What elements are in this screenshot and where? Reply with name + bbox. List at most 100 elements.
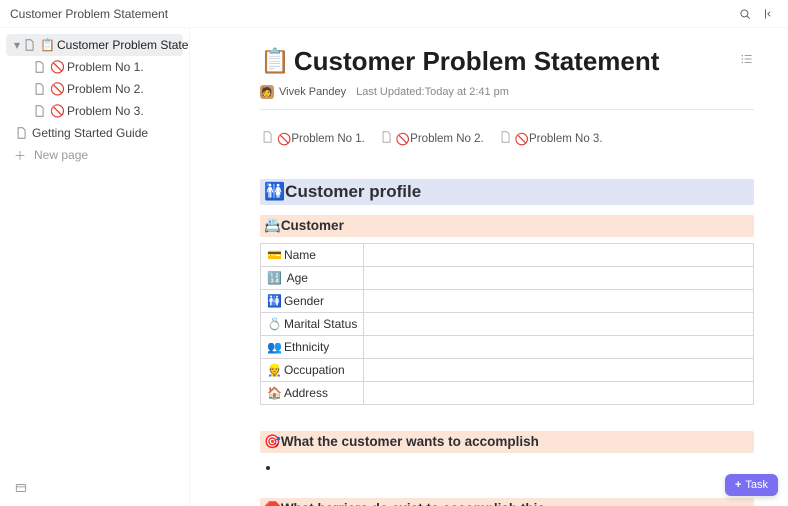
sidebar-item-getting-started[interactable]: Getting Started Guide <box>6 122 183 144</box>
row-label-cell[interactable]: 👷Occupation <box>261 359 364 382</box>
row-label: Gender <box>284 294 324 308</box>
sidebar-item-label: Getting Started Guide <box>32 126 148 140</box>
heading-barriers[interactable]: 🛑What barriers do exist to accomplish th… <box>260 498 754 506</box>
row-label-cell[interactable]: 🚻Gender <box>261 290 364 313</box>
sidebar-item-problem-1[interactable]: 🚫 Problem No 1. <box>6 56 183 78</box>
heading-text: What barriers do exist to accomplish thi… <box>281 501 545 506</box>
page-icon <box>32 82 46 96</box>
sidebar-item-label: Problem No 2. <box>67 82 144 96</box>
sidebar-item-problem-3[interactable]: 🚫 Problem No 3. <box>6 100 183 122</box>
breadcrumb[interactable]: Customer Problem Statement <box>10 7 168 21</box>
pill-emoji: 🚫 <box>277 132 291 146</box>
row-label-cell[interactable]: 🔢 Age <box>261 267 364 290</box>
row-label: Ethnicity <box>284 340 329 354</box>
heading-customer[interactable]: 📇Customer <box>260 215 754 237</box>
heading-customer-profile[interactable]: 🚻Customer profile <box>260 179 754 205</box>
last-updated-label: Last Updated: <box>356 86 425 98</box>
list-item[interactable] <box>280 459 754 476</box>
page-emoji: 🚫 <box>50 82 65 96</box>
subpage-pills: 🚫 Problem No 1. 🚫 Problem No 2. 🚫 Proble… <box>260 124 754 157</box>
page-title[interactable]: 📋 Customer Problem Statement <box>260 46 659 77</box>
sidebar-item-label: Problem No 3. <box>67 104 144 118</box>
row-label: Marital Status <box>284 317 357 331</box>
help-icon[interactable] <box>14 481 28 498</box>
row-icon: 🔢 <box>267 271 282 285</box>
heading-text: Customer profile <box>285 182 421 201</box>
heading-text: What the customer wants to accomplish <box>281 434 539 449</box>
last-updated-value: Today at 2:41 pm <box>425 86 509 98</box>
page-emoji: 🚫 <box>50 60 65 74</box>
row-value-cell[interactable] <box>364 290 754 313</box>
heading-emoji: 🎯 <box>264 434 281 449</box>
row-value-cell[interactable] <box>364 336 754 359</box>
pill-label: Problem No 2. <box>410 133 484 145</box>
plus-icon: + <box>735 479 741 491</box>
pill-problem-3[interactable]: 🚫 Problem No 3. <box>498 130 603 147</box>
author-name[interactable]: Vivek Pandey <box>279 86 346 98</box>
row-value-cell[interactable] <box>364 244 754 267</box>
page-icon <box>22 38 36 52</box>
heading-emoji: 🛑 <box>264 501 281 506</box>
pill-label: Problem No 1. <box>291 133 365 145</box>
row-label: Occupation <box>284 363 345 377</box>
row-value-cell[interactable] <box>364 359 754 382</box>
sidebar-item-label: Customer Problem Statement <box>57 38 190 52</box>
page-icon <box>379 130 392 147</box>
page-icon <box>498 130 511 147</box>
plus-icon: ＋ <box>14 147 28 164</box>
page-icon <box>32 60 46 74</box>
row-label-cell[interactable]: 💍Marital Status <box>261 313 364 336</box>
table-row: 👷Occupation <box>261 359 754 382</box>
table-row: 👥Ethnicity <box>261 336 754 359</box>
row-label-cell[interactable]: 💳Name <box>261 244 364 267</box>
page-emoji: 🚫 <box>50 104 65 118</box>
row-icon: 👥 <box>267 340 282 354</box>
heading-emoji: 🚻 <box>264 182 285 201</box>
sidebar-item-label: Problem No 1. <box>67 60 144 74</box>
table-row: 🏠Address <box>261 382 754 405</box>
row-icon: 💳 <box>267 248 282 262</box>
sidebar-new-page[interactable]: ＋ New page <box>6 144 183 166</box>
author-avatar[interactable]: 🧑 <box>260 85 274 99</box>
pill-emoji: 🚫 <box>515 132 529 146</box>
row-label: Name <box>284 248 316 262</box>
table-row: 💍Marital Status <box>261 313 754 336</box>
sidebar-item-customer-problem-statement[interactable]: ▾ 📋 Customer Problem Statement <box>6 34 183 56</box>
table-row: 💳Name <box>261 244 754 267</box>
search-icon[interactable] <box>736 5 754 23</box>
sidebar-item-label: New page <box>34 148 88 162</box>
table-row: 🚻Gender <box>261 290 754 313</box>
row-value-cell[interactable] <box>364 382 754 405</box>
row-value-cell[interactable] <box>364 313 754 336</box>
collapse-sidebar-icon[interactable] <box>760 5 778 23</box>
pill-emoji: 🚫 <box>396 132 410 146</box>
row-icon: 🚻 <box>267 294 282 308</box>
row-icon: 🏠 <box>267 386 282 400</box>
table-row: 🔢 Age <box>261 267 754 290</box>
row-value-cell[interactable] <box>364 267 754 290</box>
row-label: Address <box>284 386 328 400</box>
divider <box>260 109 754 110</box>
row-label-cell[interactable]: 🏠Address <box>261 382 364 405</box>
pill-problem-1[interactable]: 🚫 Problem No 1. <box>260 130 365 147</box>
page-content: 📋 Customer Problem Statement 🧑 Vivek Pan… <box>190 28 788 506</box>
page-title-text: Customer Problem Statement <box>294 46 660 77</box>
sidebar-item-problem-2[interactable]: 🚫 Problem No 2. <box>6 78 183 100</box>
row-label-cell[interactable]: 👥Ethnicity <box>261 336 364 359</box>
heading-emoji: 📇 <box>264 218 281 233</box>
pill-problem-2[interactable]: 🚫 Problem No 2. <box>379 130 484 147</box>
sidebar: ▾ 📋 Customer Problem Statement 🚫 Problem… <box>0 28 190 506</box>
row-icon: 👷 <box>267 363 282 377</box>
fab-label: Task <box>745 479 768 491</box>
row-label: Age <box>284 271 308 285</box>
wants-list[interactable] <box>280 459 754 476</box>
heading-wants[interactable]: 🎯What the customer wants to accomplish <box>260 431 754 453</box>
page-meta: 🧑 Vivek Pandey Last Updated: Today at 2:… <box>260 85 754 99</box>
page-title-emoji[interactable]: 📋 <box>260 47 290 76</box>
table-of-contents-icon[interactable] <box>740 52 754 69</box>
chevron-down-icon[interactable]: ▾ <box>14 38 20 52</box>
topbar: Customer Problem Statement <box>0 0 788 28</box>
new-task-button[interactable]: + Task <box>725 474 778 496</box>
page-icon <box>14 126 28 140</box>
pill-label: Problem No 3. <box>529 133 603 145</box>
